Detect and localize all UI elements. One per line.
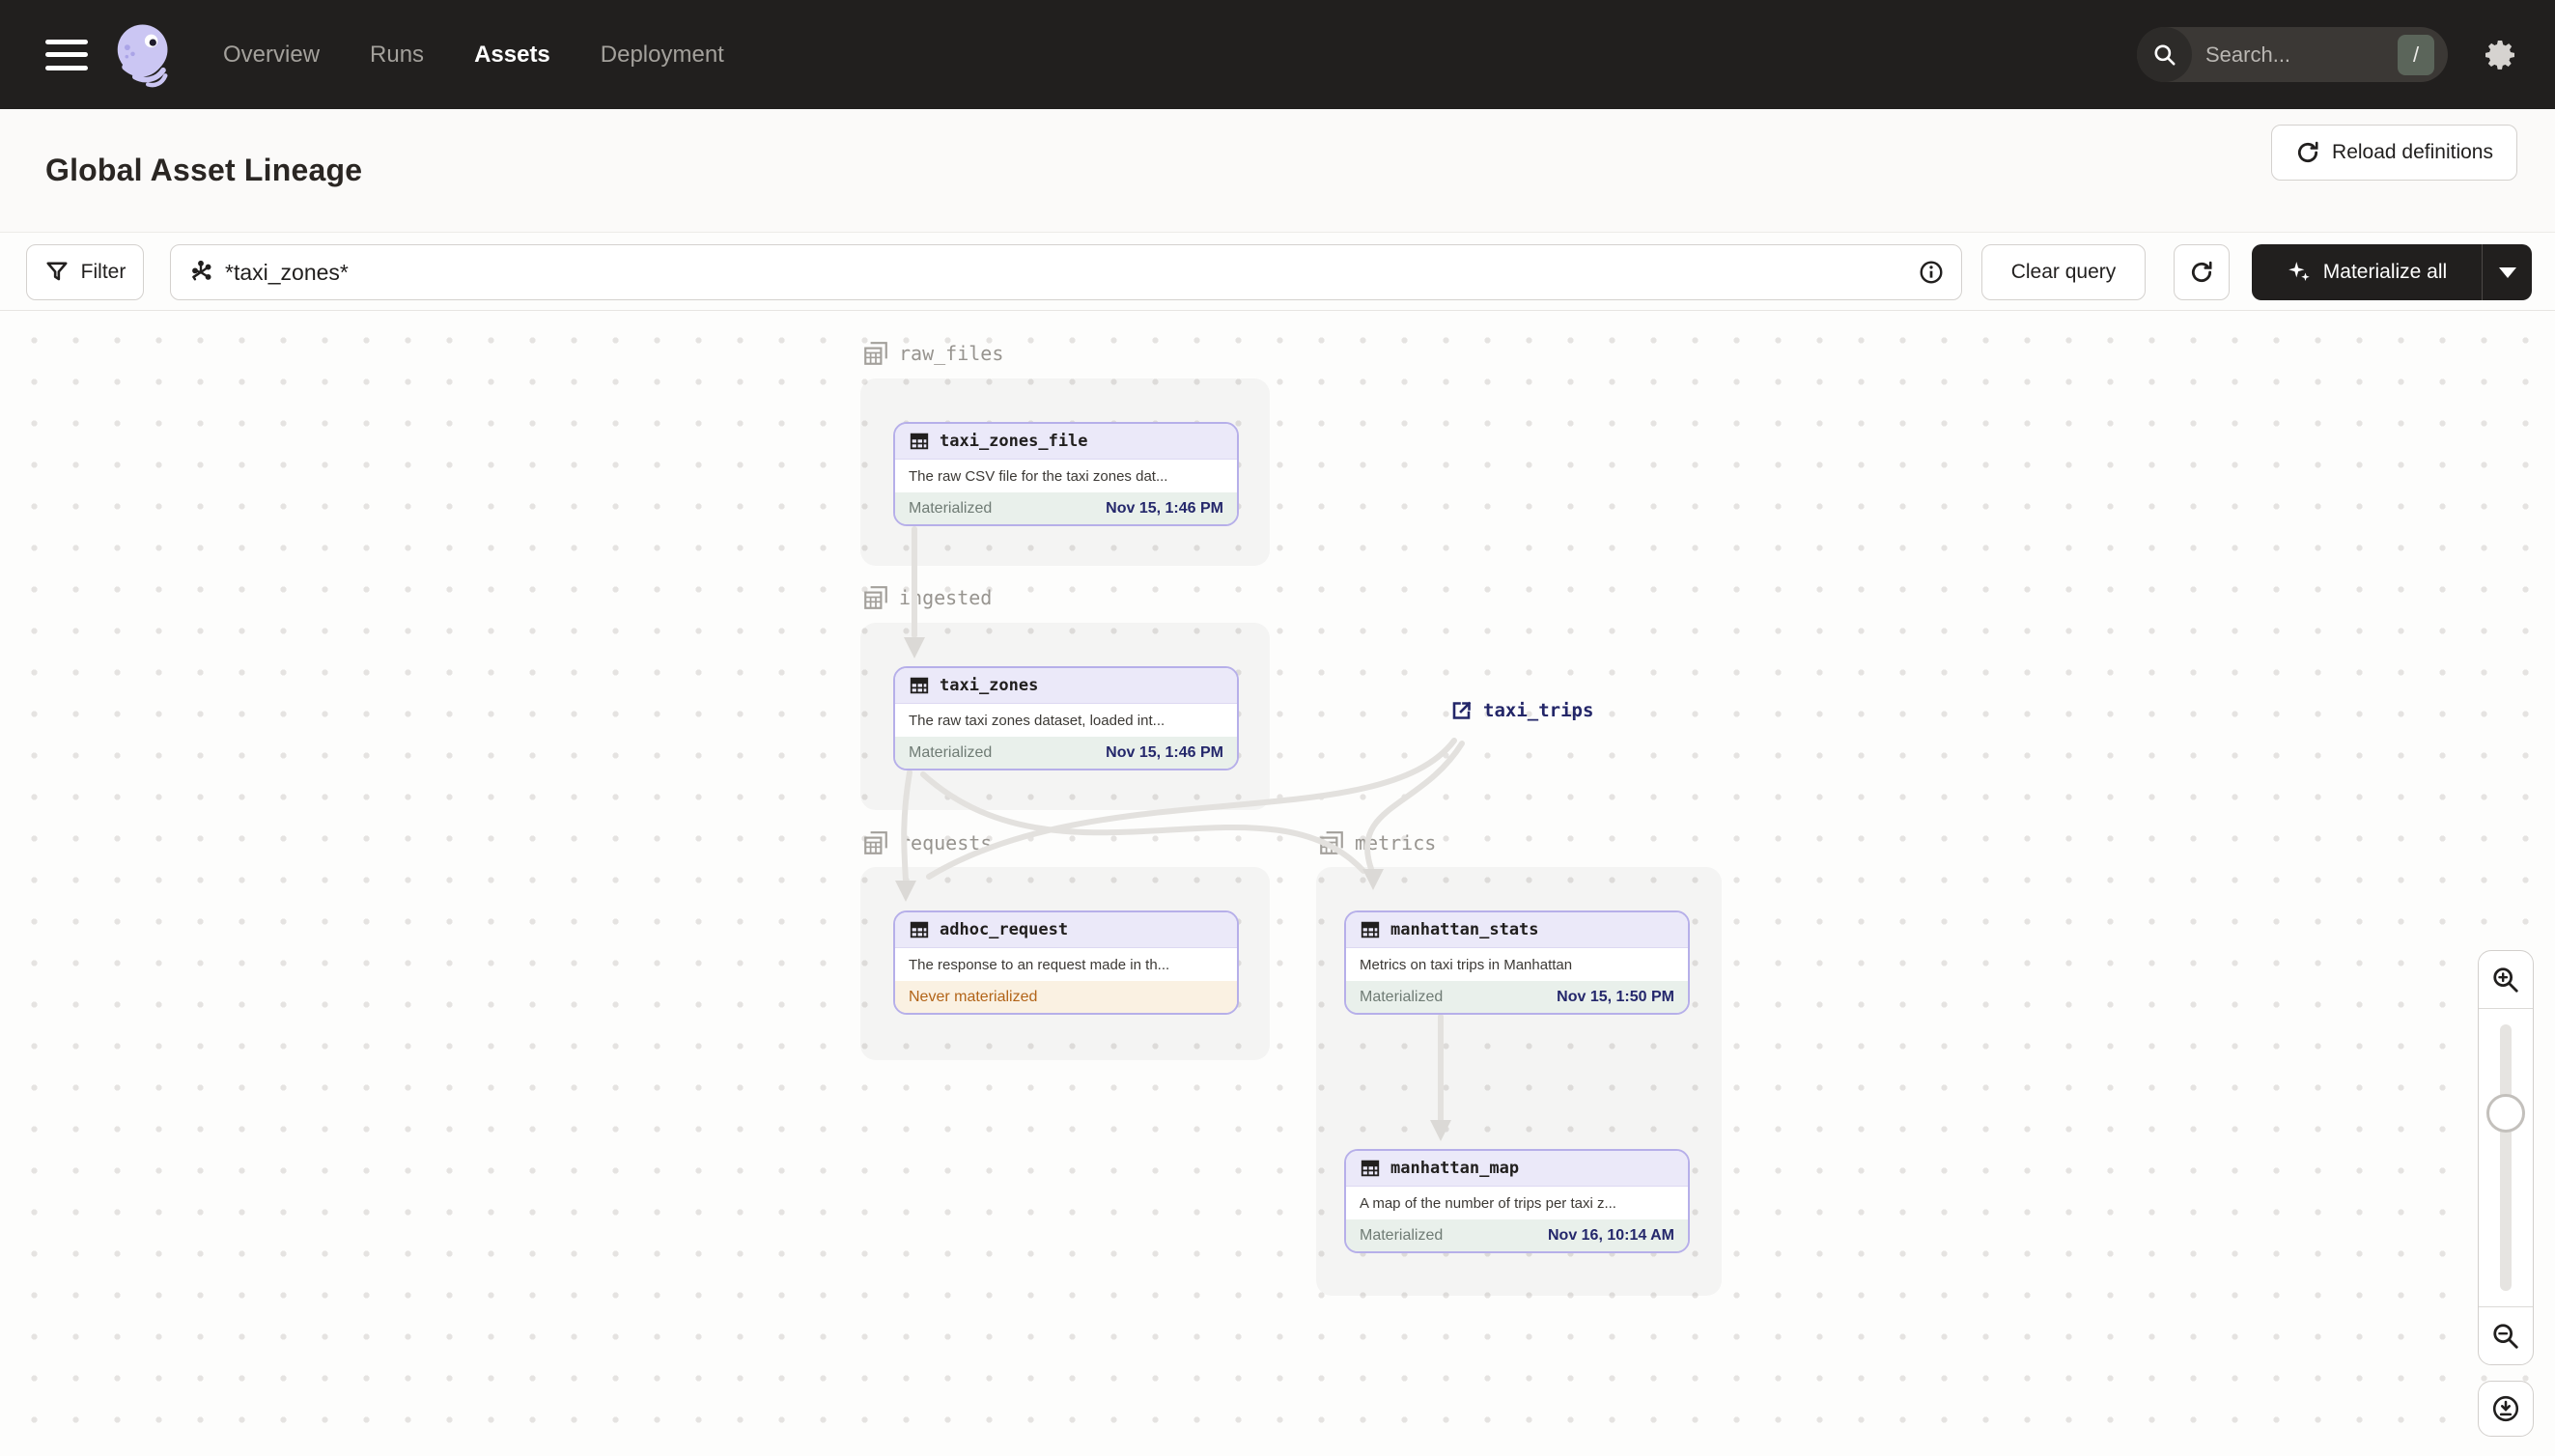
asset-name: manhattan_map — [1390, 1159, 1520, 1178]
search-input[interactable] — [2192, 42, 2398, 68]
status-label: Materialized — [1360, 1226, 1444, 1244]
main-nav: Overview Runs Assets Deployment — [223, 42, 724, 69]
edge-taxi_zones-to-manhattan_stats — [920, 771, 1366, 874]
external-asset-taxi_trips[interactable]: taxi_trips — [1450, 699, 1593, 722]
materialization-timestamp: Nov 16, 10:14 AM — [1547, 1226, 1674, 1244]
asset-status-bar[interactable]: Materialized Nov 15, 1:46 PM — [895, 492, 1237, 524]
edge-taxi_zones-to-adhoc_request — [901, 770, 912, 883]
external-asset-name: taxi_trips — [1483, 700, 1594, 721]
status-label: Never materialized — [909, 988, 1038, 1005]
asset-name: taxi_zones_file — [940, 432, 1088, 451]
lineage-canvas[interactable]: raw_files ingested requests metrics taxi… — [0, 311, 2555, 1456]
asset-status-bar[interactable]: Never materialized — [895, 981, 1237, 1013]
download-graph-button[interactable] — [2478, 1381, 2534, 1437]
asset-node-header[interactable]: manhattan_stats — [1346, 912, 1688, 948]
asset-query-input[interactable] — [213, 259, 1919, 286]
zoom-in-button[interactable] — [2479, 951, 2533, 1009]
zoom-slider-area — [2479, 1009, 2533, 1306]
refresh-icon — [2298, 141, 2318, 163]
hamburger-menu-icon[interactable] — [45, 39, 88, 70]
info-icon[interactable] — [1919, 260, 1944, 285]
asset-node-taxi_zones[interactable]: taxi_zones The raw taxi zones dataset, l… — [893, 666, 1239, 770]
top-navigation-bar: Overview Runs Assets Deployment / — [0, 0, 2555, 109]
materialization-timestamp: Nov 15, 1:46 PM — [1106, 743, 1223, 761]
search-icon — [2137, 27, 2192, 82]
refresh-graph-button[interactable] — [2174, 244, 2230, 300]
asset-description: A map of the number of trips per taxi z.… — [1346, 1187, 1688, 1219]
reload-definitions-label: Reload definitions — [2332, 141, 2493, 163]
zoom-slider-track[interactable] — [2500, 1024, 2512, 1291]
filter-button[interactable]: Filter — [26, 244, 144, 300]
sparkle-icon — [2288, 262, 2310, 281]
asset-node-manhattan_map[interactable]: manhattan_map A map of the number of tri… — [1344, 1149, 1690, 1253]
asset-node-header[interactable]: adhoc_request — [895, 912, 1237, 948]
lineage-edges — [895, 526, 1465, 1141]
nav-assets[interactable]: Assets — [474, 42, 550, 69]
materialize-all-main[interactable]: Materialize all — [2252, 244, 2482, 300]
asset-node-header[interactable]: manhattan_map — [1346, 1151, 1688, 1187]
global-search[interactable]: / — [2137, 27, 2448, 82]
zoom-controls — [2478, 950, 2534, 1365]
table-icon — [1361, 1160, 1380, 1177]
topbar-right: / — [2137, 27, 2555, 82]
refresh-icon — [2191, 261, 2212, 283]
page-header: Global Asset Lineage Reload definitions — [0, 109, 2555, 233]
materialization-timestamp: Nov 15, 1:46 PM — [1106, 499, 1223, 517]
asset-node-header[interactable]: taxi_zones_file — [895, 424, 1237, 460]
external-link-icon — [1452, 701, 1472, 719]
asset-graph-icon — [192, 260, 211, 281]
lineage-toolbar: Filter Clear query Materialize all — [0, 233, 2555, 311]
zoom-in-icon — [2493, 966, 2518, 993]
clear-query-label: Clear query — [2010, 261, 2117, 283]
asset-name: manhattan_stats — [1390, 920, 1539, 939]
asset-description: The raw taxi zones dataset, loaded int..… — [895, 704, 1237, 737]
asset-node-taxi_zones_file[interactable]: taxi_zones_file The raw CSV file for the… — [893, 422, 1239, 526]
filter-label: Filter — [80, 261, 126, 283]
asset-description: Metrics on taxi trips in Manhattan — [1346, 948, 1688, 981]
chevron-down-icon — [2498, 266, 2516, 278]
asset-name: adhoc_request — [940, 920, 1069, 939]
asset-query-input-wrap — [170, 244, 1962, 300]
clear-query-button[interactable]: Clear query — [1981, 244, 2146, 300]
zoom-out-button[interactable] — [2479, 1306, 2533, 1364]
nav-overview[interactable]: Overview — [223, 42, 320, 69]
materialize-all-button[interactable]: Materialize all — [2252, 244, 2532, 300]
table-icon — [910, 677, 929, 694]
asset-status-bar[interactable]: Materialized Nov 15, 1:46 PM — [895, 737, 1237, 769]
asset-node-adhoc_request[interactable]: adhoc_request The response to an request… — [893, 910, 1239, 1015]
funnel-icon — [46, 262, 68, 281]
download-icon — [2492, 1395, 2519, 1422]
materialize-all-label: Materialize all — [2322, 261, 2448, 283]
asset-status-bar[interactable]: Materialized Nov 15, 1:50 PM — [1346, 981, 1688, 1013]
table-icon — [1361, 921, 1380, 938]
asset-node-header[interactable]: taxi_zones — [895, 668, 1237, 704]
materialization-timestamp: Nov 15, 1:50 PM — [1557, 988, 1674, 1005]
asset-name: taxi_zones — [940, 676, 1039, 695]
gear-icon[interactable] — [2481, 36, 2519, 74]
reload-definitions-button[interactable]: Reload definitions — [2271, 125, 2517, 181]
asset-description: The response to an request made in th... — [895, 948, 1237, 981]
edge-taxi_trips-to-manhattan_stats — [1364, 741, 1465, 872]
status-label: Materialized — [909, 499, 993, 517]
nav-runs[interactable]: Runs — [370, 42, 424, 69]
zoom-slider-thumb[interactable] — [2486, 1094, 2525, 1133]
search-shortcut-badge: / — [2398, 34, 2434, 75]
dagster-asset-lineage-app: Overview Runs Assets Deployment / Global… — [0, 0, 2555, 1456]
status-label: Materialized — [1360, 988, 1444, 1005]
asset-description: The raw CSV file for the taxi zones dat.… — [895, 460, 1237, 492]
nav-deployment[interactable]: Deployment — [601, 42, 724, 69]
page-title: Global Asset Lineage — [45, 153, 363, 187]
zoom-out-icon — [2493, 1323, 2518, 1349]
asset-node-manhattan_stats[interactable]: manhattan_stats Metrics on taxi trips in… — [1344, 910, 1690, 1015]
status-label: Materialized — [909, 743, 993, 761]
asset-status-bar[interactable]: Materialized Nov 16, 10:14 AM — [1346, 1219, 1688, 1251]
dagster-logo[interactable] — [111, 17, 181, 93]
table-icon — [910, 921, 929, 938]
table-icon — [910, 433, 929, 450]
materialize-options-caret[interactable] — [2482, 244, 2532, 300]
